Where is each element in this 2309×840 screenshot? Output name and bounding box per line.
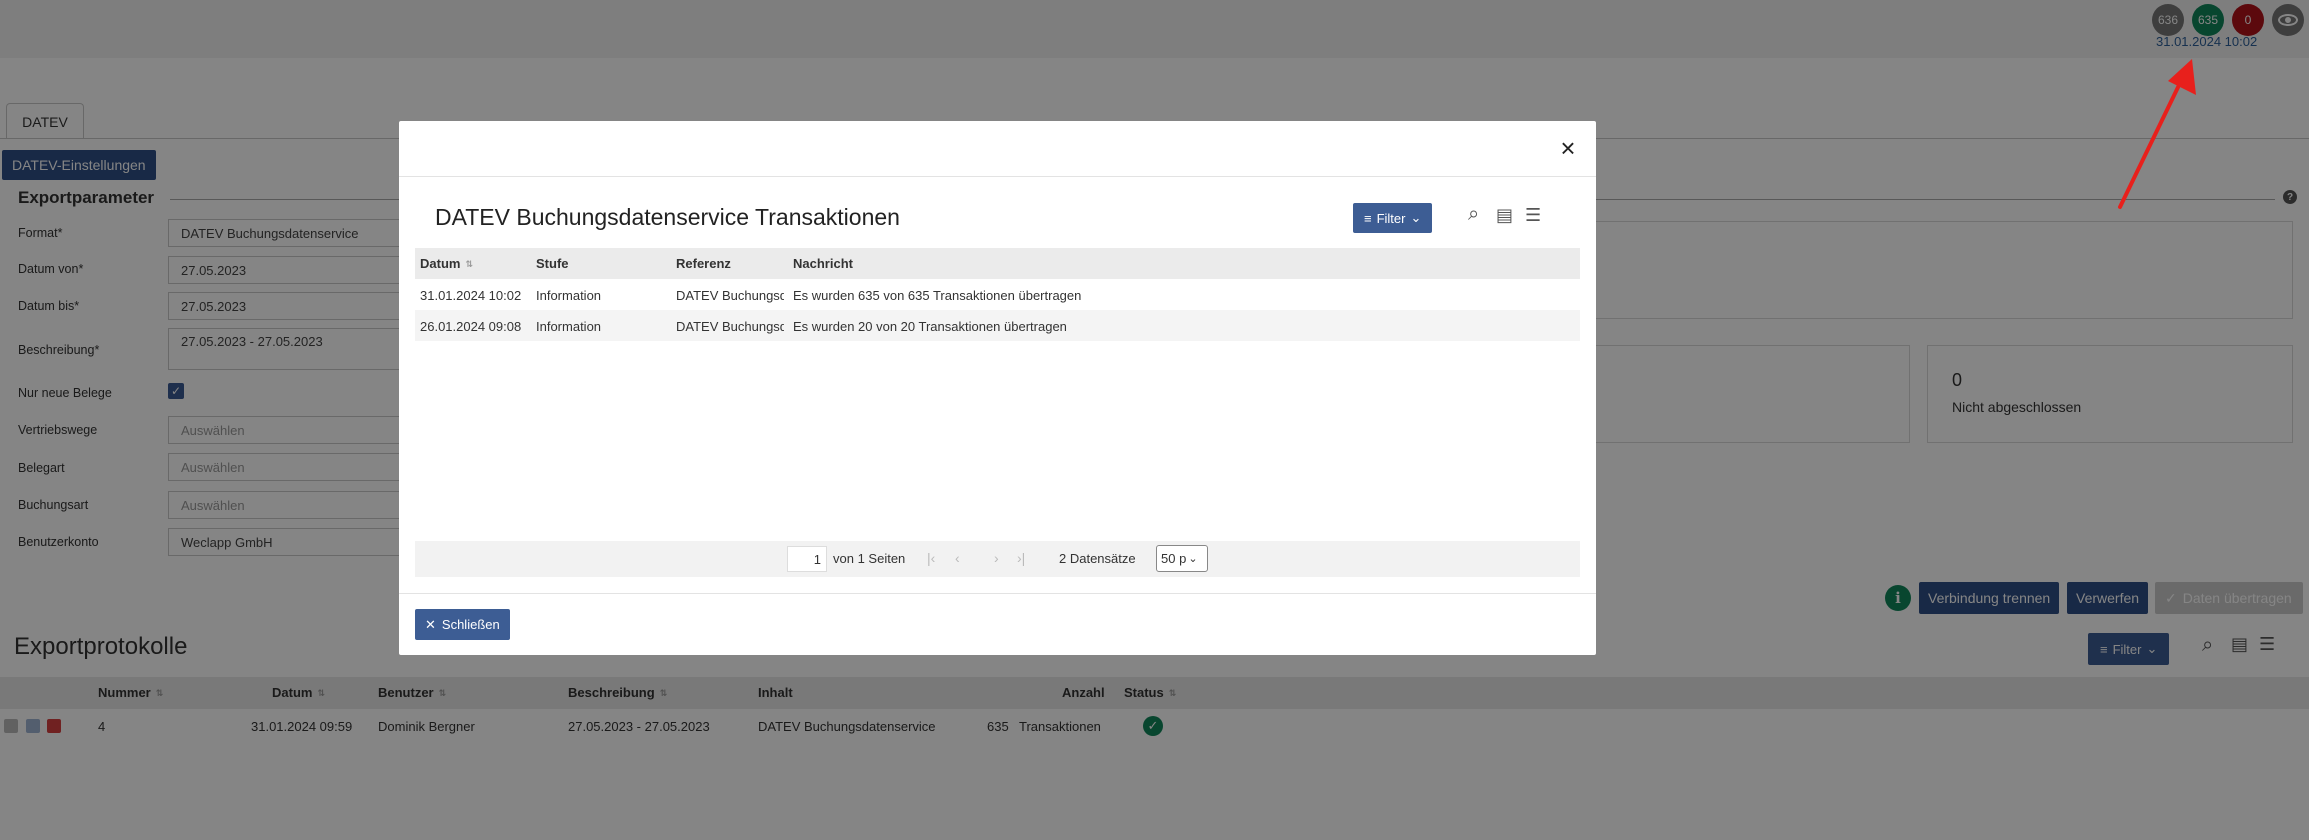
chevron-down-icon: ⌄ xyxy=(1188,553,1198,565)
page-size-value: 50 p xyxy=(1161,551,1187,566)
cell-stufe: Information xyxy=(536,288,602,303)
page-size-select[interactable]: 50 p ⌄ xyxy=(1156,545,1208,572)
first-page-icon[interactable]: |‹ xyxy=(927,550,935,566)
cell-referenz: DATEV Buchungsdatenservice xyxy=(676,319,784,334)
excel-export-icon[interactable]: ▤ xyxy=(1496,205,1513,226)
modal-header: × xyxy=(399,121,1596,177)
col-header-nachricht[interactable]: Nachricht xyxy=(793,256,853,271)
page-count-label: von 1 Seiten xyxy=(833,551,906,566)
search-icon[interactable]: ⌕ xyxy=(1468,203,1479,226)
filter-icon: ≡ xyxy=(1364,210,1372,226)
modal-footer-divider xyxy=(399,593,1596,594)
pagination-bar: 1 von 1 Seiten |‹ ‹ › ›| 2 Datensätze 50… xyxy=(415,541,1580,577)
cell-datum: 26.01.2024 09:08 xyxy=(420,319,522,334)
close-icon: ✕ xyxy=(425,616,436,632)
last-page-icon[interactable]: ›| xyxy=(1017,550,1025,566)
table-row[interactable]: 26.01.2024 09:08 Information DATEV Buchu… xyxy=(415,310,1580,341)
col-header-referenz[interactable]: Referenz xyxy=(676,256,731,271)
table-row[interactable]: 31.01.2024 10:02 Information DATEV Buchu… xyxy=(415,279,1580,310)
cell-stufe: Information xyxy=(536,319,602,334)
cell-nachricht: Es wurden 20 von 20 Transaktionen übertr… xyxy=(793,319,1067,334)
chevron-down-icon: ⌄ xyxy=(1410,210,1422,225)
cell-nachricht: Es wurden 635 von 635 Transaktionen über… xyxy=(793,288,1082,303)
prev-page-icon[interactable]: ‹ xyxy=(955,550,960,566)
col-header-stufe[interactable]: Stufe xyxy=(536,256,569,271)
close-button[interactable]: ✕ Schließen xyxy=(415,609,510,640)
modal-filter-button[interactable]: ≡ Filter ⌄ xyxy=(1353,203,1433,233)
sort-icon: ⇅ xyxy=(465,258,473,269)
modal-filter-label: Filter xyxy=(1376,210,1406,226)
cell-datum: 31.01.2024 10:02 xyxy=(420,288,522,303)
annotation-arrow-icon xyxy=(2118,59,2196,209)
column-settings-icon[interactable]: ☰ xyxy=(1525,205,1541,226)
close-icon[interactable]: × xyxy=(1557,135,1579,161)
page-number-input[interactable]: 1 xyxy=(787,546,827,572)
col-header-datum[interactable]: Datum ⇅ xyxy=(420,256,473,271)
cell-referenz: DATEV Buchungsdatenservice xyxy=(676,288,784,303)
transactions-modal: × DATEV Buchungsdatenservice Transaktion… xyxy=(399,121,1596,655)
modal-title: DATEV Buchungsdatenservice Transaktionen xyxy=(435,204,900,230)
next-page-icon[interactable]: › xyxy=(994,550,999,566)
record-count-label: 2 Datensätze xyxy=(1059,551,1136,566)
close-button-label: Schließen xyxy=(441,617,500,632)
modal-table-header: Datum ⇅ Stufe Referenz Nachricht xyxy=(415,248,1580,279)
